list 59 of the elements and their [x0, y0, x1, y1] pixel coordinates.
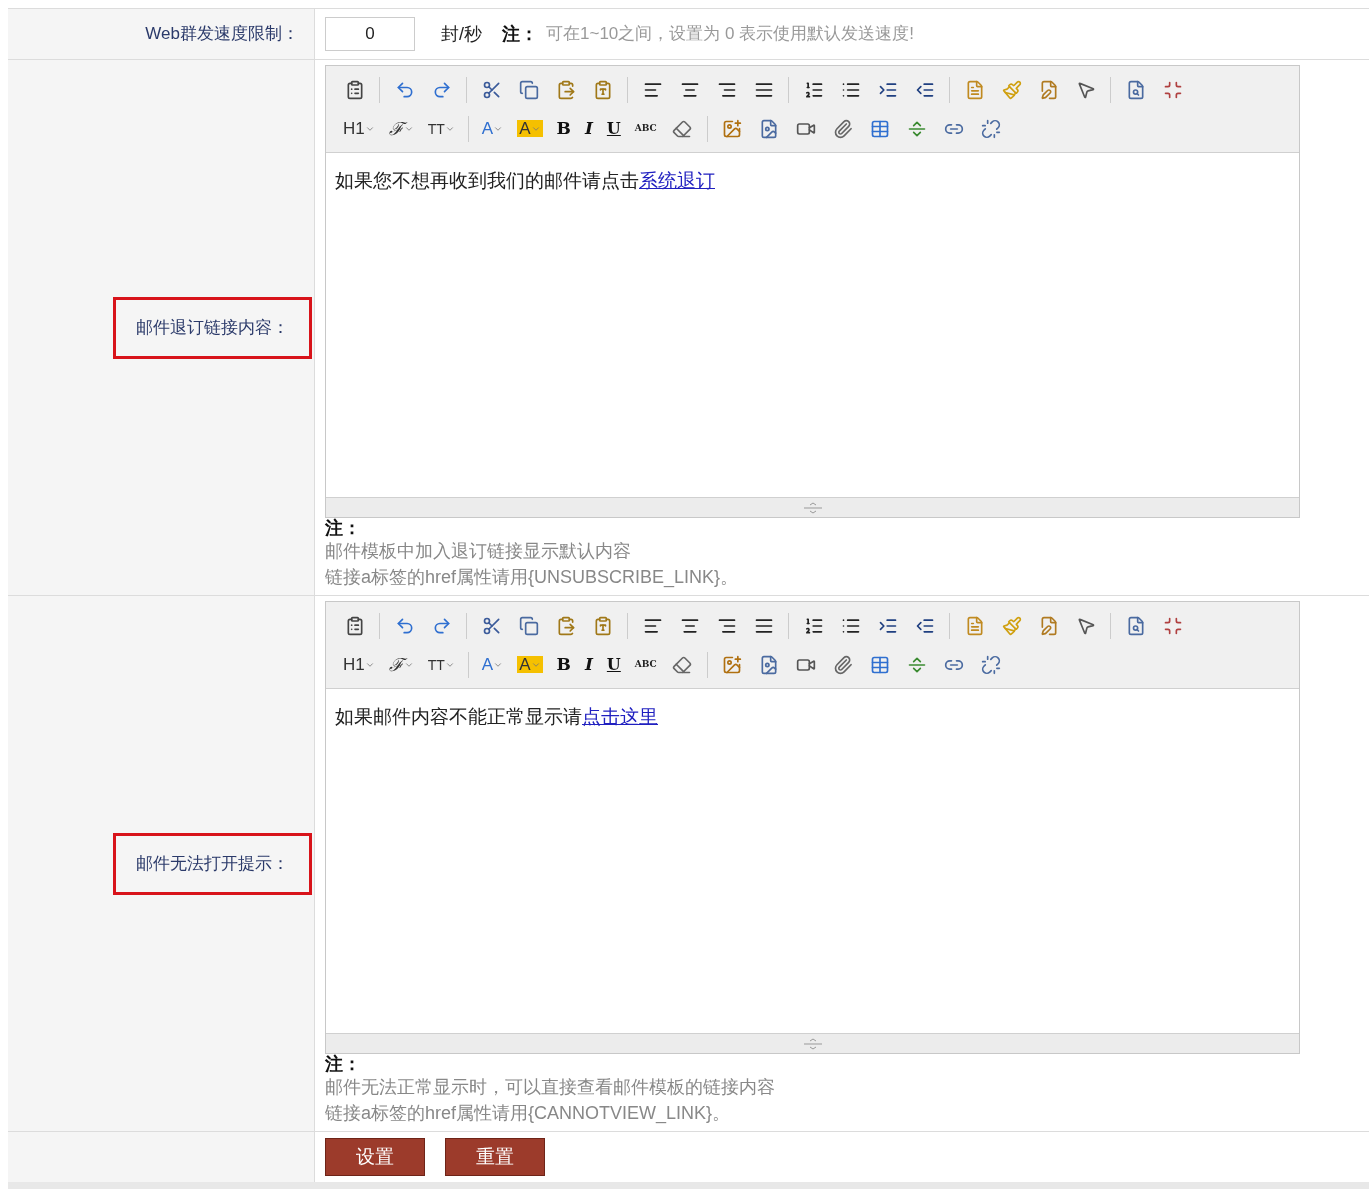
highlight-button[interactable]: A	[517, 120, 543, 137]
field-label: 邮件退订链接内容：	[136, 316, 289, 339]
note-text: 邮件模板中加入退订链接显示默认内容	[325, 540, 632, 563]
bold-button[interactable]: B	[556, 656, 571, 673]
font-family-button[interactable]: ℱ	[388, 655, 414, 674]
copy-icon[interactable]	[518, 615, 539, 636]
rich-text-editor[interactable]: H1 ℱ TT A A B I U ABC 如果您不想再收到我们的邮件请点击系统退订	[325, 65, 1300, 518]
content-text: 如果邮件内容不能正常显示请	[335, 706, 582, 727]
note-label: 注：	[502, 22, 538, 46]
table-icon[interactable]	[870, 654, 891, 675]
table-icon[interactable]	[870, 118, 891, 139]
font-color-button[interactable]: A	[481, 656, 504, 673]
collapse-icon[interactable]	[1162, 79, 1183, 100]
note-text: 链接a标签的href属性请用{UNSUBSCRIBE_LINK}。	[325, 566, 740, 590]
unlink-icon[interactable]	[981, 654, 1002, 675]
bold-button[interactable]: B	[556, 120, 571, 137]
content-link[interactable]: 点击这里	[582, 706, 658, 727]
heading-button[interactable]: H1	[343, 120, 375, 137]
image-add-icon[interactable]	[722, 118, 743, 139]
form-button[interactable]: 重置	[445, 1138, 545, 1176]
font-size-button[interactable]: TT	[427, 121, 455, 136]
content-text: 如果您不想再收到我们的邮件请点击	[335, 170, 639, 191]
underline-button[interactable]: U	[606, 120, 621, 137]
underline-button[interactable]: U	[606, 656, 621, 673]
rich-text-editor[interactable]: H1 ℱ TT A A B I U ABC 如果邮件内容不能正常显示请点击这里	[325, 601, 1300, 1054]
paperclip-icon[interactable]	[833, 118, 854, 139]
unlink-icon[interactable]	[981, 118, 1002, 139]
collapse-icon[interactable]	[1162, 615, 1183, 636]
italic-button[interactable]: I	[584, 120, 593, 137]
resize-handle-icon[interactable]	[801, 501, 824, 514]
speed-input[interactable]: 0	[325, 17, 415, 51]
field-label: Web群发速度限制：	[145, 23, 299, 46]
copy-icon[interactable]	[518, 79, 539, 100]
strikethrough-button[interactable]: ABC	[634, 660, 657, 669]
note-text: 链接a标签的href属性请用{CANNOTVIEW_LINK}。	[325, 1102, 732, 1126]
heading-button[interactable]: H1	[343, 656, 375, 673]
font-family-button[interactable]: ℱ	[388, 119, 414, 138]
scissors-icon[interactable]	[481, 79, 502, 100]
scissors-icon[interactable]	[481, 615, 502, 636]
note-text: 可在1~10之间，设置为 0 表示使用默认发送速度!	[546, 23, 914, 46]
note-label: 注：	[325, 1054, 362, 1074]
highlight-button[interactable]: A	[517, 656, 543, 673]
unit-text: 封/秒	[441, 22, 482, 46]
font-size-button[interactable]: TT	[427, 657, 455, 672]
note-text: 邮件无法正常显示时，可以直接查看邮件模板的链接内容	[325, 1076, 776, 1099]
italic-button[interactable]: I	[584, 656, 593, 673]
undo-icon[interactable]	[394, 79, 415, 100]
font-color-button[interactable]: A	[481, 120, 504, 137]
eraser-icon[interactable]	[672, 118, 693, 139]
undo-icon[interactable]	[394, 615, 415, 636]
content-link[interactable]: 系统退订	[639, 170, 715, 191]
resize-handle-icon[interactable]	[801, 1037, 824, 1050]
eraser-icon[interactable]	[672, 654, 693, 675]
field-label: 邮件无法打开提示：	[136, 852, 289, 875]
note-label: 注：	[325, 518, 362, 538]
strikethrough-button[interactable]: ABC	[634, 124, 657, 133]
form-button[interactable]: 设置	[325, 1138, 425, 1176]
paperclip-icon[interactable]	[833, 654, 854, 675]
image-add-icon[interactable]	[722, 654, 743, 675]
